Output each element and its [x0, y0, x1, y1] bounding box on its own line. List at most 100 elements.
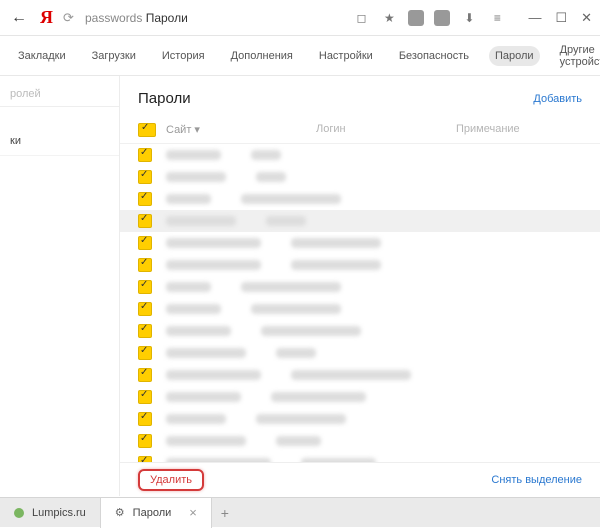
tab-addons[interactable]: Дополнения [225, 46, 299, 66]
site-cell [166, 348, 246, 358]
table-row[interactable] [120, 320, 600, 342]
select-all-checkbox[interactable] [138, 123, 156, 137]
tab-bookmarks[interactable]: Закладки [12, 46, 72, 66]
address-path: passwords [85, 11, 142, 25]
login-cell [276, 348, 316, 358]
site-cell [166, 260, 261, 270]
login-cell [256, 414, 346, 424]
new-tab-button[interactable]: + [212, 505, 238, 521]
table-row[interactable] [120, 254, 600, 276]
row-checkbox[interactable] [138, 324, 152, 338]
deselect-button[interactable]: Снять выделение [491, 474, 582, 486]
browser-tab-passwords[interactable]: ⚙ Пароли × [101, 498, 212, 528]
maximize-button[interactable]: ☐ [555, 10, 567, 26]
table-row[interactable] [120, 342, 600, 364]
col-note: Примечание [456, 123, 582, 137]
row-checkbox[interactable] [138, 192, 152, 206]
main-header: Пароли Добавить [120, 76, 600, 117]
site-cell [166, 392, 241, 402]
yandex-logo[interactable]: Я [40, 7, 53, 28]
site-cell [166, 414, 226, 424]
passwords-table: Сайт ▾ Логин Примечание [120, 117, 600, 496]
tab-passwords[interactable]: Пароли [489, 46, 540, 66]
row-checkbox[interactable] [138, 148, 152, 162]
login-cell [291, 238, 381, 248]
table-row[interactable] [120, 386, 600, 408]
table-header: Сайт ▾ Логин Примечание [120, 117, 600, 144]
tab-downloads[interactable]: Загрузки [86, 46, 142, 66]
login-cell [251, 304, 341, 314]
delete-button[interactable]: Удалить [138, 469, 204, 491]
site-cell [166, 172, 226, 182]
col-site[interactable]: Сайт ▾ [166, 123, 316, 137]
tab-settings[interactable]: Настройки [313, 46, 379, 66]
menu-icon[interactable]: ≡ [488, 9, 506, 27]
table-row[interactable] [120, 364, 600, 386]
row-checkbox[interactable] [138, 258, 152, 272]
browser-titlebar: ← Я ⟳ passwords Пароли ◻ ★ ⬇ ≡ — ☐ ✕ [0, 0, 600, 36]
table-row[interactable] [120, 232, 600, 254]
row-checkbox[interactable] [138, 280, 152, 294]
minimize-button[interactable]: — [528, 10, 541, 26]
table-row[interactable] [120, 210, 600, 232]
login-cell [271, 392, 366, 402]
tab-security[interactable]: Безопасность [393, 46, 475, 66]
adblock-icon[interactable] [408, 10, 424, 26]
table-row[interactable] [120, 166, 600, 188]
site-cell [166, 326, 231, 336]
address-bar[interactable]: passwords Пароли [85, 11, 346, 25]
login-cell [291, 260, 381, 270]
browser-tab-lumpics[interactable]: Lumpics.ru [0, 498, 101, 528]
tab-label: Lumpics.ru [32, 507, 86, 519]
login-cell [251, 150, 281, 160]
window-controls: — ☐ ✕ [528, 10, 592, 26]
login-cell [276, 436, 321, 446]
gear-icon: ⚙ [115, 506, 125, 519]
row-checkbox[interactable] [138, 434, 152, 448]
table-row[interactable] [120, 408, 600, 430]
site-cell [166, 436, 246, 446]
table-row[interactable] [120, 298, 600, 320]
back-button[interactable]: ← [8, 9, 30, 27]
reload-icon[interactable]: ⟳ [63, 10, 79, 26]
site-cell [166, 238, 261, 248]
table-row[interactable] [120, 430, 600, 452]
bookmark-star-icon[interactable]: ★ [380, 9, 398, 27]
row-checkbox[interactable] [138, 236, 152, 250]
close-window-button[interactable]: ✕ [581, 10, 592, 26]
row-checkbox[interactable] [138, 346, 152, 360]
site-cell [166, 304, 221, 314]
tab-history[interactable]: История [156, 46, 211, 66]
table-body [120, 144, 600, 474]
shield-icon[interactable] [434, 10, 450, 26]
sidebar-search[interactable]: ролей [0, 82, 119, 107]
col-login: Логин [316, 123, 456, 137]
login-cell [261, 326, 361, 336]
toolbar-icons: ◻ ★ ⬇ ≡ [352, 9, 506, 27]
login-cell [241, 194, 341, 204]
row-checkbox[interactable] [138, 170, 152, 184]
table-row[interactable] [120, 276, 600, 298]
table-row[interactable] [120, 188, 600, 210]
extension-icon[interactable]: ◻ [352, 9, 370, 27]
row-checkbox[interactable] [138, 302, 152, 316]
site-cell [166, 150, 221, 160]
page-title: Пароли [138, 90, 191, 107]
content-area: ролей ки Пароли Добавить Сайт ▾ Логин Пр… [0, 76, 600, 496]
download-icon[interactable]: ⬇ [460, 9, 478, 27]
sidebar: ролей ки [0, 76, 120, 496]
add-button[interactable]: Добавить [533, 93, 582, 105]
row-checkbox[interactable] [138, 214, 152, 228]
sidebar-item[interactable]: ки [0, 127, 119, 156]
row-checkbox[interactable] [138, 368, 152, 382]
table-row[interactable] [120, 144, 600, 166]
settings-nav: Закладки Загрузки История Дополнения Нас… [0, 36, 600, 76]
row-checkbox[interactable] [138, 390, 152, 404]
row-checkbox[interactable] [138, 412, 152, 426]
tab-other-devices[interactable]: Другие устройства [554, 40, 600, 72]
site-cell [166, 282, 211, 292]
login-cell [266, 216, 306, 226]
site-cell [166, 216, 236, 226]
login-cell [256, 172, 286, 182]
close-tab-icon[interactable]: × [189, 505, 197, 520]
